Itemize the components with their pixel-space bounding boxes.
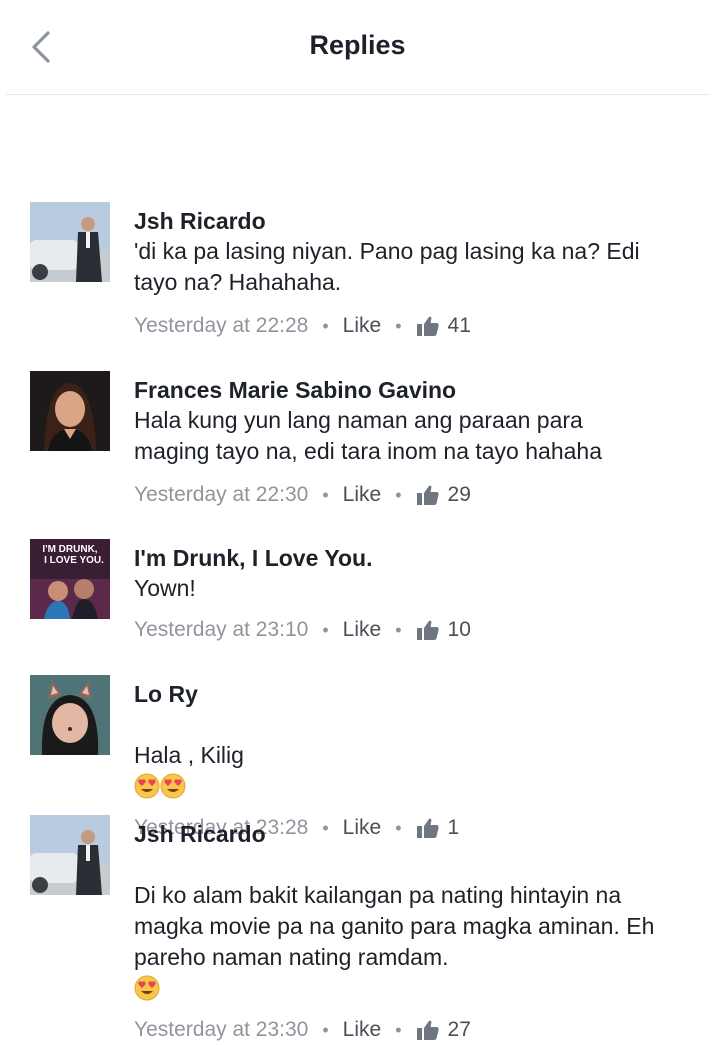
- comment-text-wrap: Di ko alam bakit kailangan pa nating hin…: [134, 849, 679, 1004]
- comment-meta: Yesterday at 23:30 • Like • 27: [134, 1015, 705, 1045]
- svg-text:I LOVE YOU.: I LOVE YOU.: [44, 555, 104, 566]
- separator-dot: •: [322, 316, 329, 336]
- comment-text: Hala kung yun lang naman ang paraan para…: [134, 407, 602, 464]
- avatar[interactable]: [30, 371, 110, 451]
- heart-eyes-emoji-icon: [134, 773, 160, 799]
- thumbs-up-icon: [416, 316, 439, 336]
- like-count[interactable]: 29: [448, 480, 471, 510]
- comment-author[interactable]: I'm Drunk, I Love You.: [134, 543, 705, 573]
- separator-dot: •: [395, 485, 402, 505]
- header-bar: Replies: [6, 0, 709, 95]
- separator-dot: •: [395, 1020, 402, 1040]
- avatar[interactable]: I'M DRUNK, I LOVE YOU.: [30, 539, 110, 619]
- comment-timestamp: Yesterday at 23:30: [134, 1018, 309, 1041]
- separator-dot: •: [322, 1020, 329, 1040]
- comment-text: Yown!: [134, 575, 196, 601]
- like-count[interactable]: 27: [448, 1015, 471, 1045]
- heart-eyes-emoji-icon: [160, 773, 186, 799]
- comment-meta: Yesterday at 22:30 • Like • 29: [134, 480, 705, 510]
- comment-author[interactable]: Jsh Ricardo: [134, 206, 705, 236]
- comment-timestamp: Yesterday at 23:10: [134, 618, 309, 641]
- thumbs-up-icon: [416, 1020, 439, 1040]
- separator-dot: •: [395, 316, 402, 336]
- avatar[interactable]: [30, 815, 110, 895]
- comment-author[interactable]: Lo Ry: [134, 679, 705, 709]
- like-button[interactable]: Like: [343, 311, 382, 341]
- page-title: Replies: [309, 30, 406, 60]
- like-button[interactable]: Like: [343, 1015, 382, 1045]
- comment-timestamp: Yesterday at 22:30: [134, 483, 309, 506]
- like-button[interactable]: Like: [343, 615, 382, 645]
- comment-text-wrap: Hala , Kilig: [134, 709, 654, 802]
- avatar-poster-text: I'M DRUNK,: [42, 544, 97, 555]
- separator-dot: •: [322, 620, 329, 640]
- thumbs-up-icon: [416, 620, 439, 640]
- comment-text: Hala , Kilig: [134, 742, 244, 768]
- comment-meta: Yesterday at 22:28 • Like • 41: [134, 311, 705, 341]
- comment-text: 'di ka pa lasing niyan. Pano pag lasing …: [134, 238, 640, 295]
- like-count[interactable]: 41: [448, 311, 471, 341]
- separator-dot: •: [395, 620, 402, 640]
- comment-author[interactable]: Jsh Ricardo: [134, 819, 705, 849]
- comment-author[interactable]: Frances Marie Sabino Gavino: [134, 375, 705, 405]
- separator-dot: •: [322, 485, 329, 505]
- avatar[interactable]: [30, 675, 110, 755]
- comment-timestamp: Yesterday at 22:28: [134, 314, 309, 337]
- comment-text: Di ko alam bakit kailangan pa nating hin…: [134, 882, 655, 970]
- avatar[interactable]: [30, 202, 110, 282]
- like-button[interactable]: Like: [343, 480, 382, 510]
- heart-eyes-emoji-icon: [134, 975, 160, 1001]
- comment-meta: Yesterday at 23:10 • Like • 10: [134, 615, 705, 645]
- like-count[interactable]: 10: [448, 615, 471, 645]
- thumbs-up-icon: [416, 485, 439, 505]
